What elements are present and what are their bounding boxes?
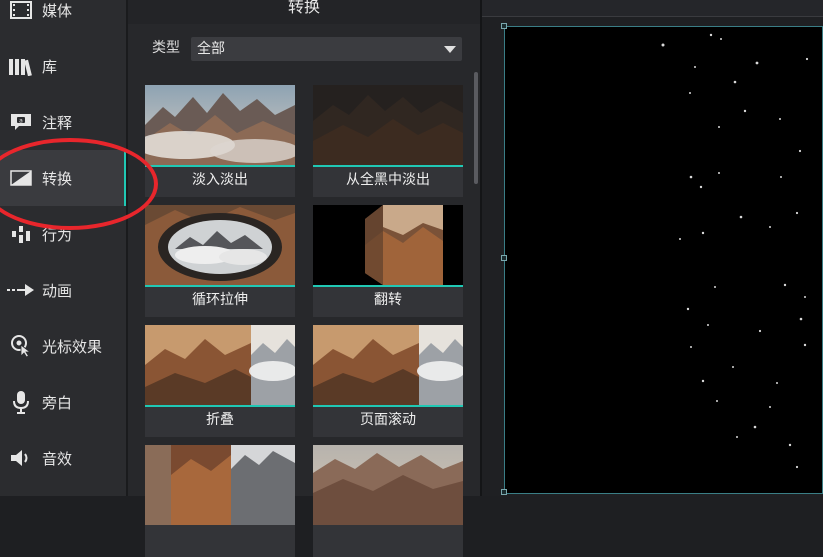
preview-toolbar [482,0,823,17]
transition-thumbnail [313,205,463,285]
sidebar-item-annotations[interactable]: a 注释 [0,94,126,150]
transition-tile-circle-stretch[interactable]: 循环拉伸 [145,205,295,317]
sidebar-item-media[interactable]: 媒体 [0,0,126,38]
transition-label [145,527,295,553]
sidebar-item-behaviors[interactable]: 行为 [0,206,126,262]
transition-tile-fade[interactable]: 淡入淡出 [145,85,295,197]
transition-icon [0,150,42,206]
transition-thumbnail [145,205,295,285]
sidebar-item-label: 音效 [42,449,73,468]
transition-tile[interactable] [313,445,463,557]
sidebar-item-audio-effects[interactable]: 音效 [0,430,126,486]
sidebar-item-animations[interactable]: 动画 [0,262,126,318]
panel-title: 转换 [128,0,480,24]
starfield [661,33,809,469]
transition-thumbnail [313,445,463,525]
preview-pane [482,0,823,496]
transition-label: 淡入淡出 [192,172,248,188]
sidebar-item-library[interactable]: 库 [0,38,126,94]
film-strip-icon [0,0,42,38]
svg-text:a: a [19,118,23,125]
sidebar-item-transitions[interactable]: 转换 [0,150,126,206]
type-filter-label: 类型 [152,40,180,56]
transition-label: 从全黑中淡出 [346,172,430,188]
resize-handle-top-left[interactable] [501,23,507,29]
sidebar: 媒体 库 a 注释 转换 行为 动画 光标效果 旁白 音效 [0,0,126,496]
transitions-panel: 转换 类型 全部 淡入淡出 从全黑中淡出 循环拉伸 翻转 折叠 页面滚动 [128,0,480,557]
sidebar-item-label: 转换 [42,169,73,188]
transition-label: 循环拉伸 [192,292,248,308]
transition-label: 折叠 [206,412,234,428]
chevron-down-icon [444,46,456,53]
resize-handle-bottom-left[interactable] [501,489,507,495]
sidebar-item-label: 光标效果 [42,337,103,356]
sidebar-item-label: 行为 [42,225,73,244]
transition-label [313,527,463,553]
type-filter-value: 全部 [197,41,225,57]
transition-thumbnail [313,325,463,405]
sidebar-item-voice-narration[interactable]: 旁白 [0,374,126,430]
transition-thumbnail [313,85,463,165]
transition-tile-fade-from-black[interactable]: 从全黑中淡出 [313,85,463,197]
microphone-icon [0,374,42,430]
type-filter-dropdown[interactable]: 全部 [191,37,462,61]
transition-label: 页面滚动 [360,412,416,428]
cursor-effect-icon [0,318,42,374]
scrollbar-thumb[interactable] [474,72,478,184]
transition-tile[interactable] [145,445,295,557]
transition-thumbnail [145,445,295,525]
transition-thumbnail [145,325,295,405]
sidebar-item-label: 动画 [42,281,73,300]
library-books-icon [0,38,42,94]
transition-label: 翻转 [374,292,402,308]
annotation-bubble-icon: a [0,94,42,150]
transition-tile-page-roll[interactable]: 页面滚动 [313,325,463,437]
sidebar-item-cursor-effects[interactable]: 光标效果 [0,318,126,374]
video-canvas[interactable] [504,26,823,494]
animation-arrow-icon [0,262,42,318]
transition-tile-flip[interactable]: 翻转 [313,205,463,317]
sidebar-item-label: 旁白 [42,393,73,412]
sidebar-item-label: 媒体 [42,1,73,20]
sidebar-item-label: 注释 [42,113,73,132]
speaker-icon [0,430,42,486]
resize-handle-middle-left[interactable] [501,255,507,261]
transition-tile-fold[interactable]: 折叠 [145,325,295,437]
transition-thumbnail [145,85,295,165]
behavior-bars-icon [0,206,42,262]
sidebar-item-label: 库 [42,57,58,76]
